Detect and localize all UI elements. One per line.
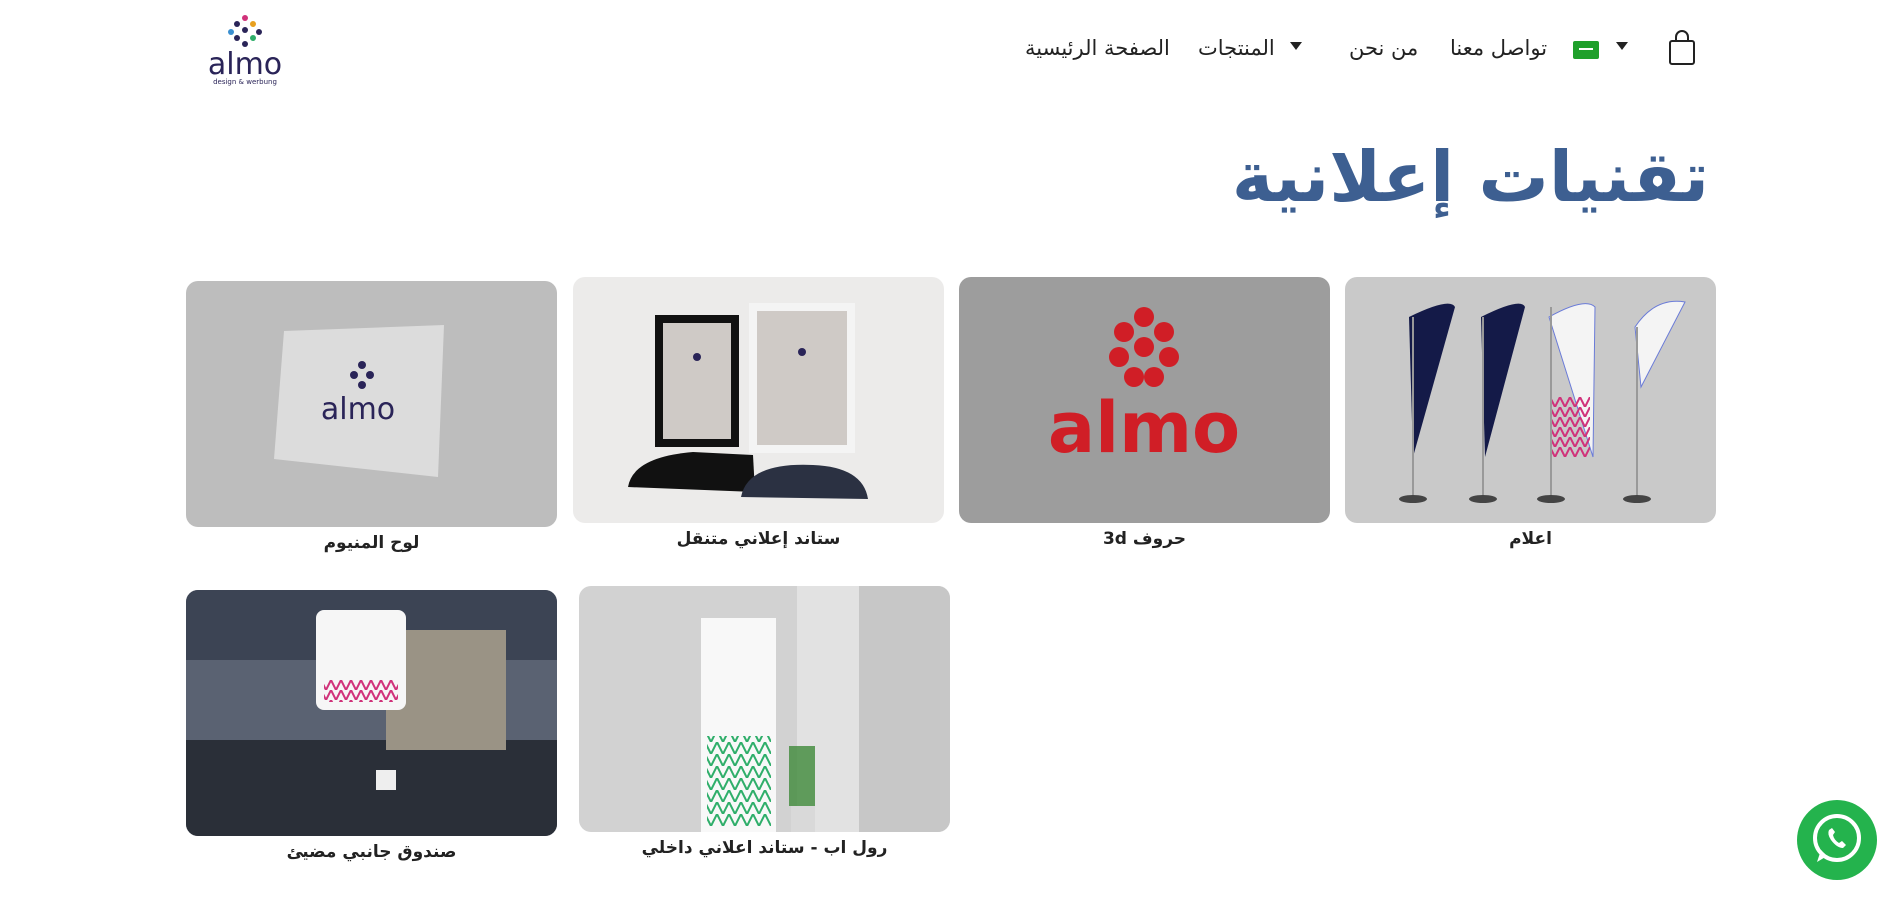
- whatsapp-chat-button[interactable]: [1797, 800, 1877, 880]
- product-image-roll-up: [579, 586, 950, 832]
- nav-contact[interactable]: تواصل معنا: [1450, 36, 1547, 60]
- language-dropdown-caret-icon[interactable]: [1616, 42, 1628, 50]
- nav-home[interactable]: الصفحة الرئيسية: [1025, 36, 1170, 60]
- product-card-roll-up[interactable]: رول اب - ستاند اعلاني داخلي: [579, 586, 950, 858]
- product-card-mobile-stand[interactable]: ستاند إعلاني متنقل: [573, 277, 944, 549]
- product-card-aluminium-board[interactable]: almo لوح المنيوم: [186, 281, 557, 553]
- product-image-light-box: [186, 590, 557, 836]
- whatsapp-icon: [1813, 814, 1861, 862]
- product-image-aluminium-board: almo: [186, 281, 557, 527]
- product-image-3d-letters: almo: [959, 277, 1330, 523]
- product-card-3d-letters[interactable]: almo حروف 3d: [959, 277, 1330, 549]
- product-name: اعلام: [1509, 529, 1552, 549]
- svg-text:design & werbung: design & werbung: [213, 78, 277, 86]
- nav-products[interactable]: المنتجات: [1198, 36, 1275, 60]
- svg-text:almo: almo: [321, 392, 395, 427]
- product-image-mobile-stand: [573, 277, 944, 523]
- product-name: لوح المنيوم: [323, 533, 420, 553]
- nav-about[interactable]: من نحن: [1349, 36, 1418, 60]
- product-card-flags[interactable]: اعلام: [1345, 277, 1716, 549]
- brand-logo[interactable]: almo design & werbung: [204, 14, 286, 86]
- cart-icon[interactable]: [1668, 30, 1696, 66]
- saudi-flag-icon[interactable]: [1573, 41, 1599, 59]
- products-dropdown-caret-icon[interactable]: [1290, 42, 1302, 50]
- product-name: حروف 3d: [1102, 529, 1187, 549]
- product-name: صندوق جانبي مضيئ: [286, 842, 457, 862]
- product-card-light-box[interactable]: صندوق جانبي مضيئ: [186, 590, 557, 862]
- product-image-flags: [1345, 277, 1716, 523]
- svg-text:almo: almo: [1048, 387, 1240, 469]
- svg-text:almo: almo: [208, 47, 282, 82]
- page-title: تقنيات إعلانية: [1231, 136, 1709, 218]
- product-name: ستاند إعلاني متنقل: [676, 529, 841, 549]
- product-name: رول اب - ستاند اعلاني داخلي: [641, 838, 888, 858]
